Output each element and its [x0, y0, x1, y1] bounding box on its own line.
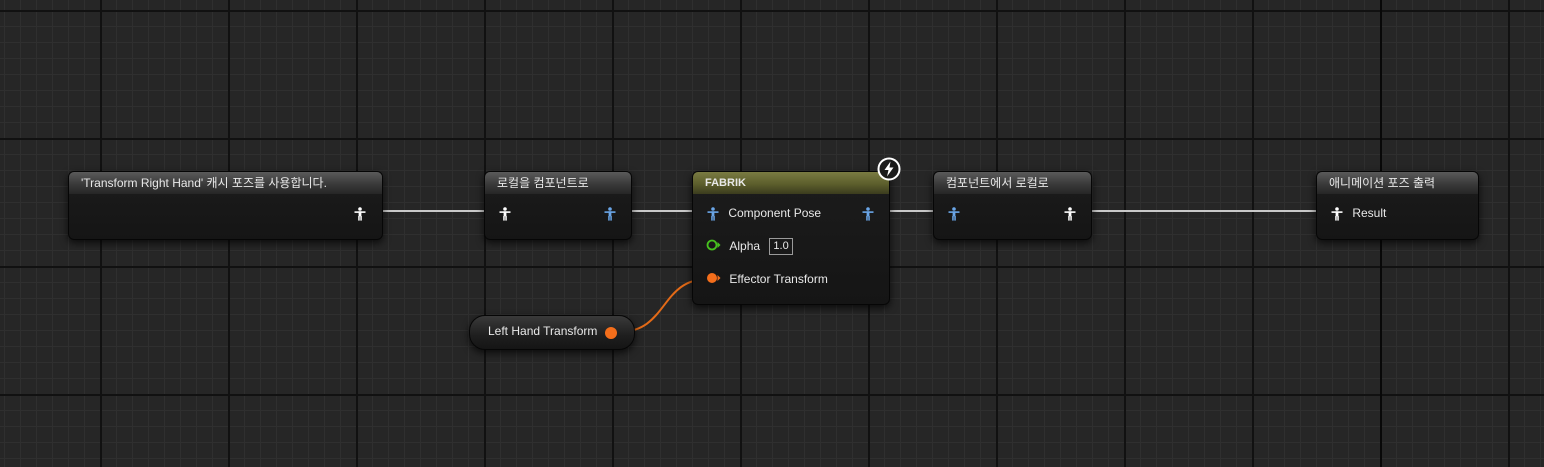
- fabrik-output-pin[interactable]: [862, 203, 874, 223]
- effector-transform-input-pin[interactable]: Effector Transform: [706, 269, 828, 289]
- fabrik-node[interactable]: FABRIK Component Pose Alpha 1.0 Effector…: [692, 171, 890, 305]
- pose-icon: [1331, 207, 1343, 221]
- pose-icon: [862, 207, 874, 221]
- effector-transform-label: Effector Transform: [729, 272, 828, 286]
- fabrik-node-title: FABRIK: [693, 172, 889, 194]
- pose-icon: [1064, 207, 1076, 221]
- result-input-pin[interactable]: Result: [1331, 203, 1386, 223]
- effector-pin-icon: [706, 270, 721, 290]
- alpha-value-input[interactable]: 1.0: [769, 238, 793, 256]
- component-pose-label: Component Pose: [728, 206, 822, 220]
- left-hand-transform-output-pin[interactable]: [605, 327, 617, 339]
- component-to-local-output-pin[interactable]: [1064, 203, 1076, 223]
- local-to-component-output-pin[interactable]: [604, 203, 616, 223]
- result-label: Result: [1352, 206, 1387, 220]
- pose-icon: [604, 207, 616, 221]
- output-pose-node[interactable]: 애니메이션 포즈 출력 Result: [1316, 171, 1479, 240]
- cached-pose-output-pin[interactable]: [354, 203, 366, 223]
- local-to-component-node-title: 로컬을 컴포넌트로: [485, 172, 631, 194]
- output-pose-node-title: 애니메이션 포즈 출력: [1317, 172, 1478, 194]
- cached-pose-node[interactable]: 'Transform Right Hand' 캐시 포즈를 사용합니다.: [68, 171, 383, 240]
- cached-pose-node-title: 'Transform Right Hand' 캐시 포즈를 사용합니다.: [69, 172, 382, 194]
- local-to-component-input-pin[interactable]: [499, 203, 511, 223]
- component-pose-input-pin[interactable]: Component Pose: [707, 203, 821, 223]
- pose-icon: [948, 207, 960, 221]
- pose-icon: [707, 207, 719, 221]
- pose-icon: [499, 207, 511, 221]
- alpha-pin-icon: [706, 237, 721, 257]
- component-to-local-node-title: 컴포넌트에서 로컬로: [934, 172, 1091, 194]
- component-to-local-input-pin[interactable]: [948, 203, 960, 223]
- local-to-component-node[interactable]: 로컬을 컴포넌트로: [484, 171, 632, 240]
- component-to-local-node[interactable]: 컴포넌트에서 로컬로: [933, 171, 1092, 240]
- anim-graph-canvas[interactable]: 'Transform Right Hand' 캐시 포즈를 사용합니다. 로컬을…: [0, 0, 1544, 467]
- lightning-icon: [877, 157, 901, 181]
- alpha-label: Alpha: [729, 239, 761, 253]
- pose-icon: [354, 207, 366, 221]
- alpha-input-pin[interactable]: Alpha 1.0: [706, 236, 793, 256]
- left-hand-transform-label: Left Hand Transform: [488, 324, 598, 338]
- left-hand-transform-node[interactable]: Left Hand Transform: [469, 315, 635, 350]
